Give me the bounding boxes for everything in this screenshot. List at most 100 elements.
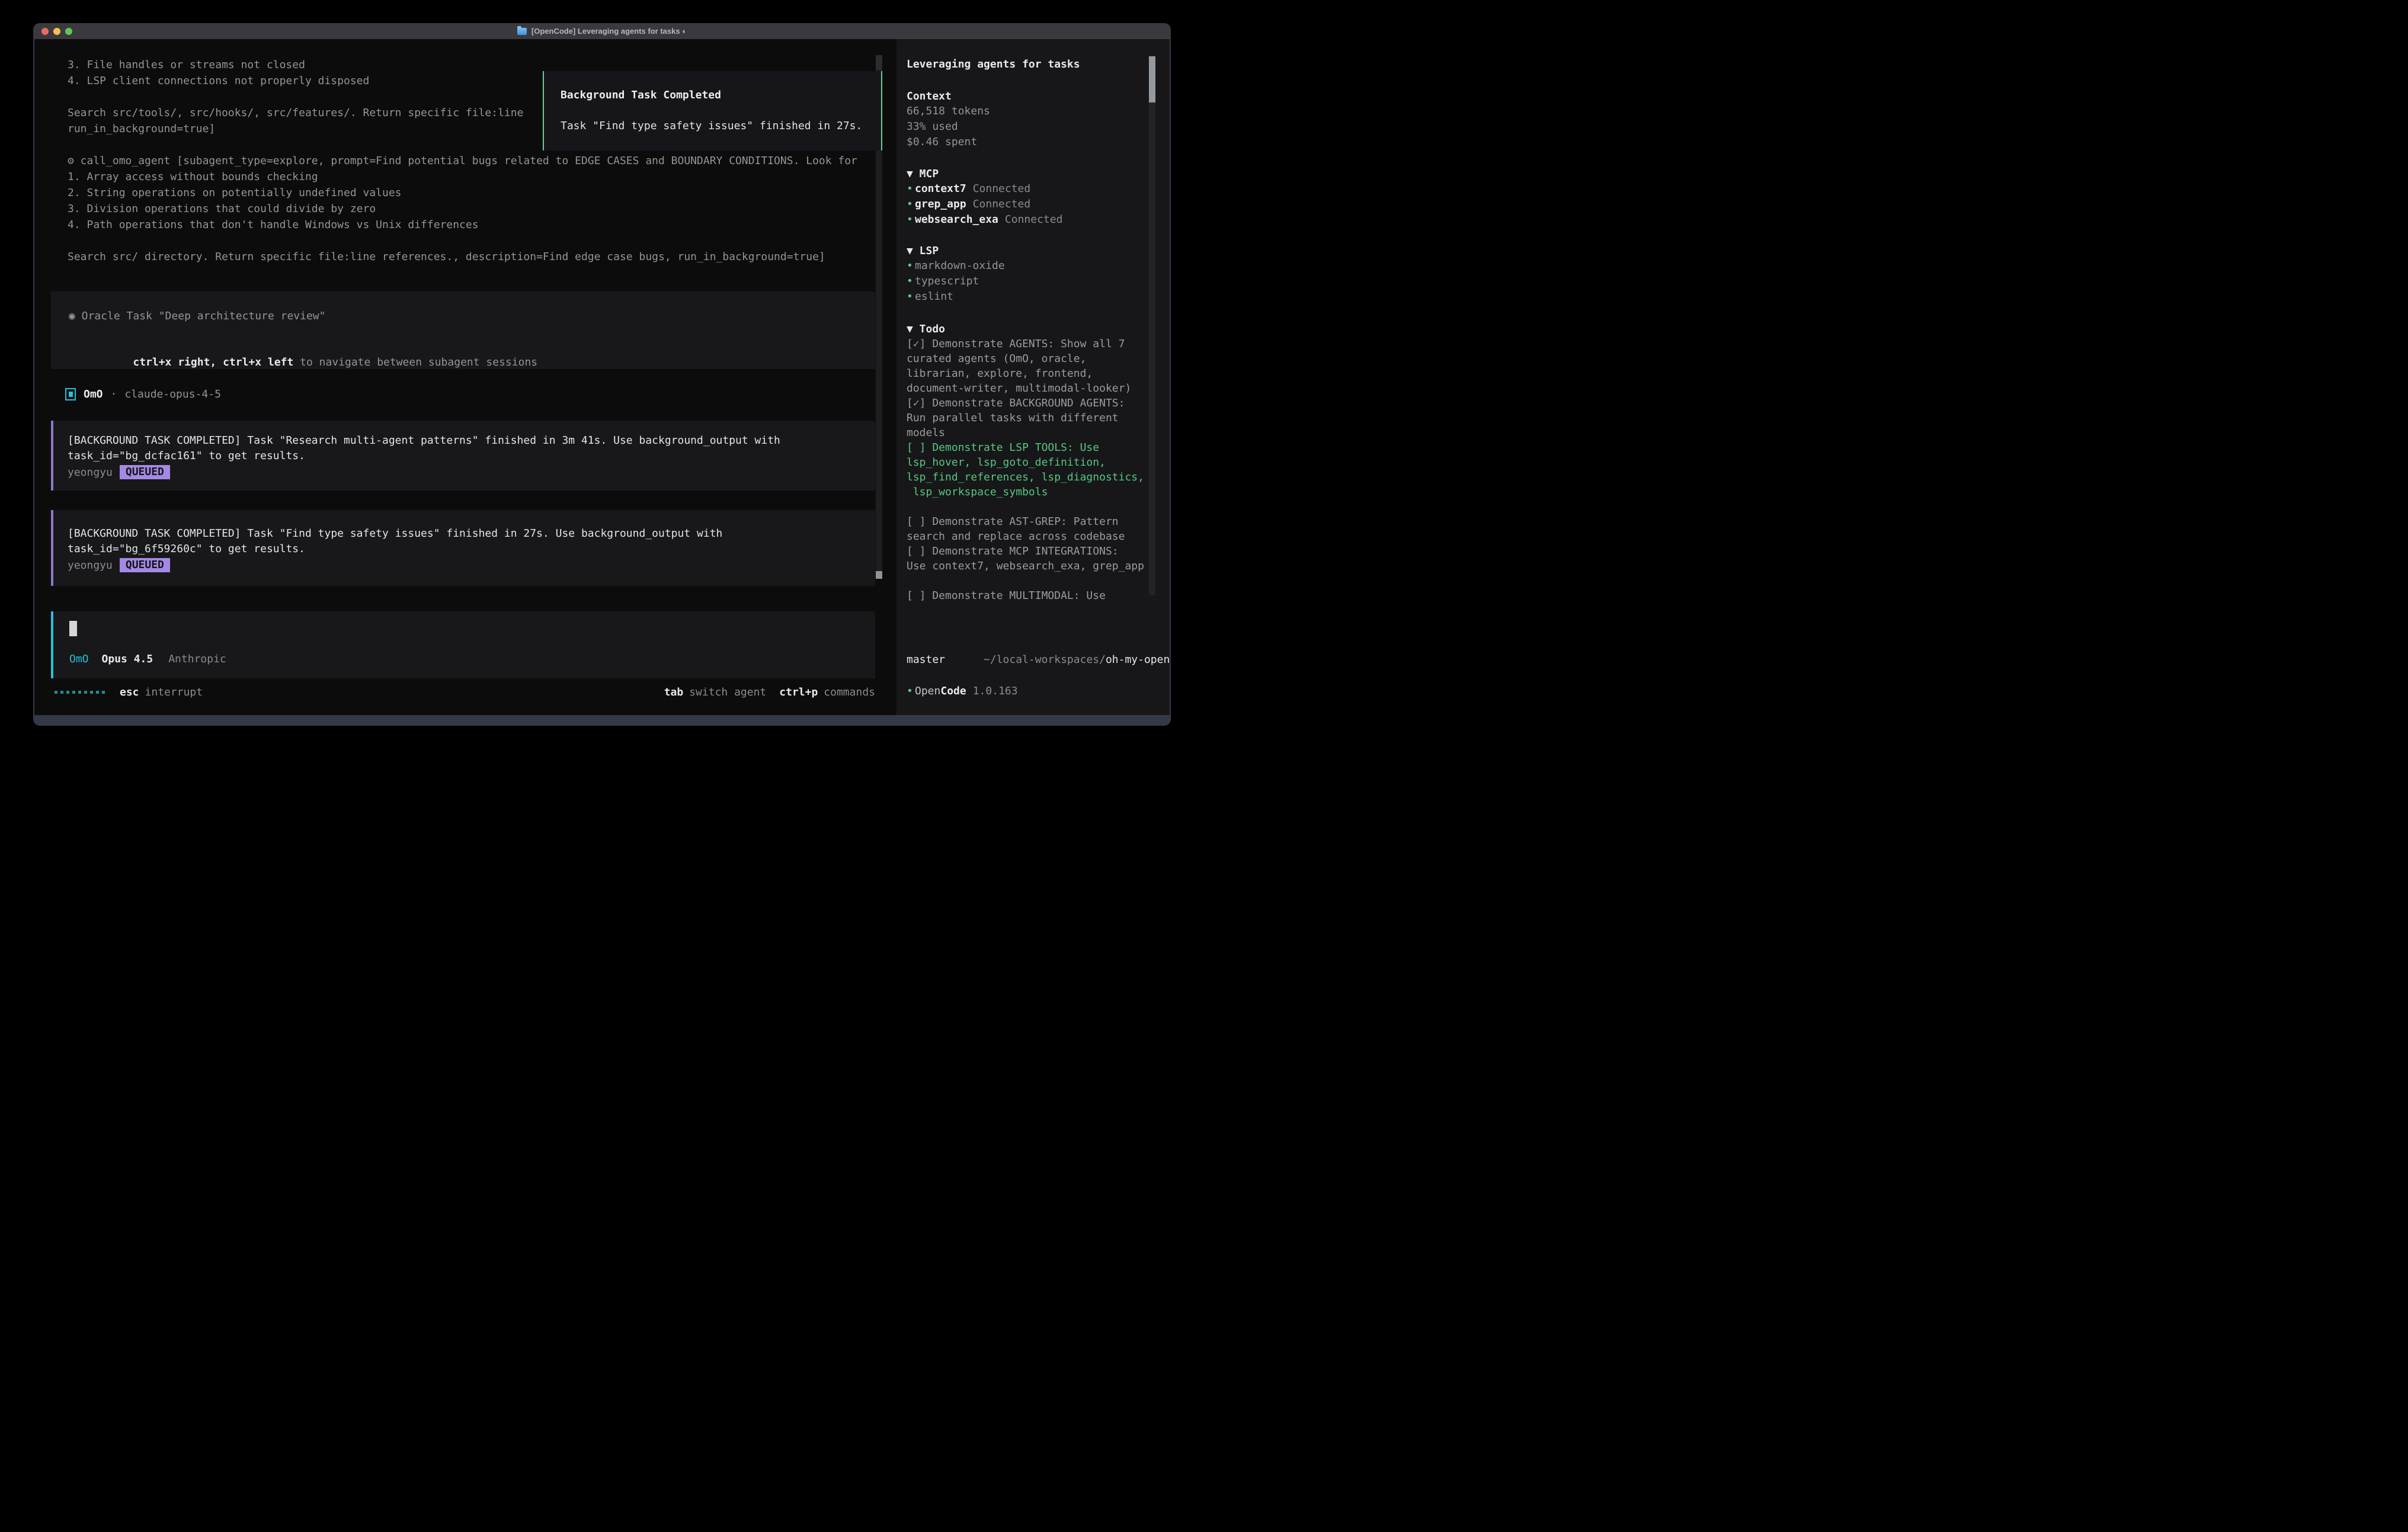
sidebar-scrollbar-thumb[interactable]: [1149, 56, 1155, 102]
mcp-item: • grep_app Connected: [907, 197, 1151, 212]
esc-key: esc: [120, 686, 139, 698]
context-tokens: 66,518 tokens: [907, 104, 1151, 119]
bullet-icon: •: [907, 197, 915, 212]
todo-line: lsp_workspace_symbols: [907, 485, 1151, 499]
lsp-item: • typescript: [907, 274, 1151, 289]
bullet-icon: •: [907, 212, 915, 227]
subagent-navigation-hint: ctrl+x right, ctrl+x left to navigate be…: [69, 338, 537, 386]
switch-agent-hint: tab switch agent: [664, 686, 767, 698]
todo-line: [ ] Demonstrate AST-GREP: Pattern: [907, 514, 1151, 529]
hint-keybindings: ctrl+x right, ctrl+x left: [133, 356, 293, 368]
bullet-icon: •: [907, 181, 915, 197]
close-button[interactable]: [41, 28, 49, 35]
input-provider-label: Anthropic: [168, 653, 226, 665]
titlebar[interactable]: [OpenCode] Leveraging agents for tasks ◐: [33, 23, 1171, 39]
todo-line: librarian, explore, frontend,: [907, 366, 1151, 381]
ctrlp-label: commands: [824, 686, 875, 698]
lsp-section-heading[interactable]: ▼ LSP: [907, 243, 1151, 258]
mcp-status: Connected: [973, 181, 1031, 197]
todo-line: Run parallel tasks with different: [907, 411, 1151, 425]
status-badge: QUEUED: [120, 465, 170, 479]
tab-label: switch agent: [689, 686, 766, 698]
separator-dot: ·: [111, 388, 117, 400]
todo-item-done: [✓] Demonstrate BACKGROUND AGENTS: Run p…: [907, 396, 1151, 440]
agent-session-header: OmO · claude-opus-4-5: [65, 387, 221, 401]
todo-line: lsp_hover, lsp_goto_definition,: [907, 455, 1151, 470]
message-meta: yeongyu QUEUED: [68, 464, 861, 480]
message-line: [BACKGROUND TASK COMPLETED] Task "Resear…: [68, 433, 861, 448]
message-author: yeongyu: [68, 466, 113, 479]
todo-line: [ ] Demonstrate MULTIMODAL: Use: [907, 588, 1151, 603]
mcp-item: • context7 Connected: [907, 181, 1151, 197]
tool-call-line: ⚙ call_omo_agent [subagent_type=explore,…: [68, 153, 857, 169]
workspace-path-line: ~/local-workspaces/oh-my-opencode:: [907, 637, 1151, 652]
input-model-label[interactable]: Opus 4.5: [102, 653, 153, 665]
status-right: tab switch agent ctrl+p commands: [664, 685, 875, 700]
main-scrollbar-thumb[interactable]: [876, 571, 882, 579]
prompt-input[interactable]: OmO Opus 4.5 Anthropic: [51, 611, 875, 678]
todo-line: Use context7, websearch_exa, grep_app: [907, 559, 1151, 573]
context-heading: Context: [907, 89, 1151, 104]
agent-name: OmO: [84, 388, 103, 400]
session-sidebar: Leveraging agents for tasks Context 66,5…: [896, 39, 1170, 715]
lsp-item: • markdown-oxide: [907, 258, 1151, 274]
message-line: [BACKGROUND TASK COMPLETED] Task "Find t…: [68, 526, 861, 541]
tab-key: tab: [664, 686, 684, 698]
terminal-line: 4. Path operations that don't handle Win…: [68, 217, 857, 233]
message-line: task_id="bg_dcfac161" to get results.: [68, 448, 861, 464]
message-line: task_id="bg_6f59260c" to get results.: [68, 541, 861, 557]
mcp-section-heading[interactable]: ▼ MCP: [907, 166, 1151, 181]
todo-item-pending: [ ] Demonstrate MULTIMODAL: Use: [907, 588, 1151, 603]
bullet-icon: •: [907, 684, 915, 698]
background-task-notification: Background Task Completed Task "Find typ…: [543, 71, 882, 150]
context-spent: $0.46 spent: [907, 134, 1151, 150]
esc-label: interrupt: [145, 686, 203, 698]
zoom-button[interactable]: [65, 28, 72, 35]
notification-title: Background Task Completed: [561, 88, 721, 103]
message-block: [BACKGROUND TASK COMPLETED] Task "Find t…: [51, 510, 875, 586]
bullet-icon: •: [907, 274, 915, 289]
todo-line: [✓] Demonstrate AGENTS: Show all 7: [907, 336, 1151, 351]
model-row: OmO Opus 4.5 Anthropic: [69, 652, 226, 666]
sidebar-scrollbar-track[interactable]: [1149, 56, 1155, 595]
mcp-status: Connected: [1005, 212, 1063, 227]
status-left: esc interrupt: [55, 685, 203, 700]
terminal-line: 3. File handles or streams not closed: [68, 57, 857, 73]
todo-item-done: [✓] Demonstrate AGENTS: Show all 7 curat…: [907, 336, 1151, 396]
terminal-line: Search src/ directory. Return specific f…: [68, 249, 857, 265]
todo-section-heading[interactable]: ▼ Todo: [907, 322, 1151, 336]
chat-main-area: 3. File handles or streams not closed 4.…: [34, 39, 896, 715]
status-badge: QUEUED: [120, 558, 170, 572]
main-scrollbar-cap: [876, 55, 882, 70]
status-bar: esc interrupt tab switch agent ctrl+p co…: [34, 685, 896, 700]
app-version-number: 1.0.163: [973, 684, 1018, 698]
todo-item-pending: [ ] Demonstrate MCP INTEGRATIONS: Use co…: [907, 544, 1151, 573]
bullet-icon: •: [907, 258, 915, 274]
mcp-name: context7: [915, 181, 966, 197]
lsp-name: eslint: [915, 289, 953, 305]
input-agent-label: OmO: [69, 653, 89, 665]
minimize-button[interactable]: [53, 28, 60, 35]
todo-line: [ ] Demonstrate LSP TOOLS: Use: [907, 440, 1151, 455]
terminal-line: 3. Division operations that could divide…: [68, 201, 857, 217]
oracle-task-title: ◉ Oracle Task "Deep architecture review": [69, 308, 325, 324]
terminal-line: 1. Array access without bounds checking: [68, 169, 857, 185]
todo-line: [✓] Demonstrate BACKGROUND AGENTS:: [907, 396, 1151, 411]
todo-line: [ ] Demonstrate MCP INTEGRATIONS:: [907, 544, 1151, 559]
todo-line: search and replace across codebase: [907, 529, 1151, 544]
window-content: 3. File handles or streams not closed 4.…: [34, 39, 1170, 715]
message-meta: yeongyu QUEUED: [68, 557, 861, 573]
hint-description: to navigate between subagent sessions: [293, 356, 537, 368]
agent-icon-core: [69, 392, 73, 397]
message-block: [BACKGROUND TASK COMPLETED] Task "Resear…: [51, 421, 875, 491]
mcp-name: grep_app: [915, 197, 966, 212]
sidebar-content: Leveraging agents for tasks Context 66,5…: [907, 39, 1151, 698]
session-title: Leveraging agents for tasks: [907, 57, 1151, 72]
window-title-text: [OpenCode] Leveraging agents for tasks ◐: [531, 27, 687, 36]
workspace-repo: oh-my-opencode:: [1106, 653, 1170, 666]
app-name-open: Open: [915, 684, 940, 698]
todo-line: document-writer, multimodal-looker): [907, 381, 1151, 396]
agent-icon: [65, 388, 76, 400]
mcp-status: Connected: [973, 197, 1031, 212]
ctrlp-key: ctrl+p: [779, 686, 818, 698]
